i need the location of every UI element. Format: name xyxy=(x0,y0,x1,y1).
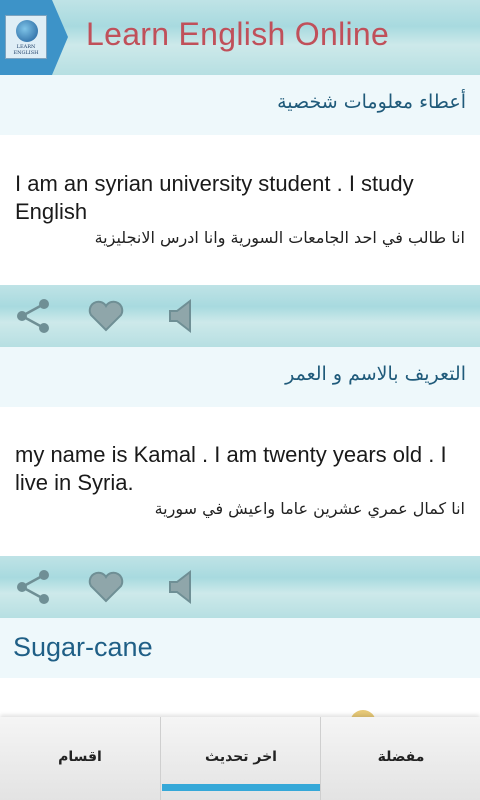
logo-text: LEARN ENGLISH xyxy=(13,44,39,56)
app-header: LEARN ENGLISH Learn English Online xyxy=(0,0,480,75)
heart-icon[interactable] xyxy=(86,567,126,607)
section-heading: أعطاء معلومات شخصية xyxy=(0,75,480,135)
speaker-icon[interactable] xyxy=(162,296,202,336)
section-heading-text: التعريف بالاسم و العمر xyxy=(285,363,466,385)
app-logo[interactable]: LEARN ENGLISH xyxy=(5,15,47,59)
heart-icon[interactable] xyxy=(86,296,126,336)
action-bar xyxy=(0,285,480,347)
section-heading-text: أعطاء معلومات شخصية xyxy=(277,91,466,113)
phrase-card[interactable]: I am an syrian university student . I st… xyxy=(0,135,480,285)
phrase-card[interactable]: my name is Kamal . I am twenty years old… xyxy=(0,407,480,557)
tab-label: مفضلة xyxy=(377,749,425,765)
category-header[interactable]: Sugar-cane xyxy=(0,618,480,678)
tab-label: اخر تحديث xyxy=(205,749,277,765)
app-title: Learn English Online xyxy=(86,16,390,52)
category-title: Sugar-cane xyxy=(13,632,153,662)
tab-label: اقسام xyxy=(58,749,102,765)
tab-favorites[interactable]: مفضلة xyxy=(320,717,480,800)
share-icon[interactable] xyxy=(14,567,54,607)
speaker-icon[interactable] xyxy=(162,567,202,607)
arabic-translation: انا طالب في احد الجامعات السورية وانا اد… xyxy=(94,228,465,247)
section-heading: التعريف بالاسم و العمر xyxy=(0,347,480,407)
english-sentence: I am an syrian university student . I st… xyxy=(15,171,414,224)
english-sentence: my name is Kamal . I am twenty years old… xyxy=(15,442,447,495)
arabic-translation: انا كمال عمري عشرين عاما واعيش في سورية xyxy=(154,499,465,518)
share-icon[interactable] xyxy=(14,296,54,336)
selected-tab-indicator xyxy=(162,784,320,791)
tab-sections[interactable]: اقسام xyxy=(0,717,160,800)
action-bar xyxy=(0,556,480,618)
globe-icon xyxy=(16,20,38,42)
